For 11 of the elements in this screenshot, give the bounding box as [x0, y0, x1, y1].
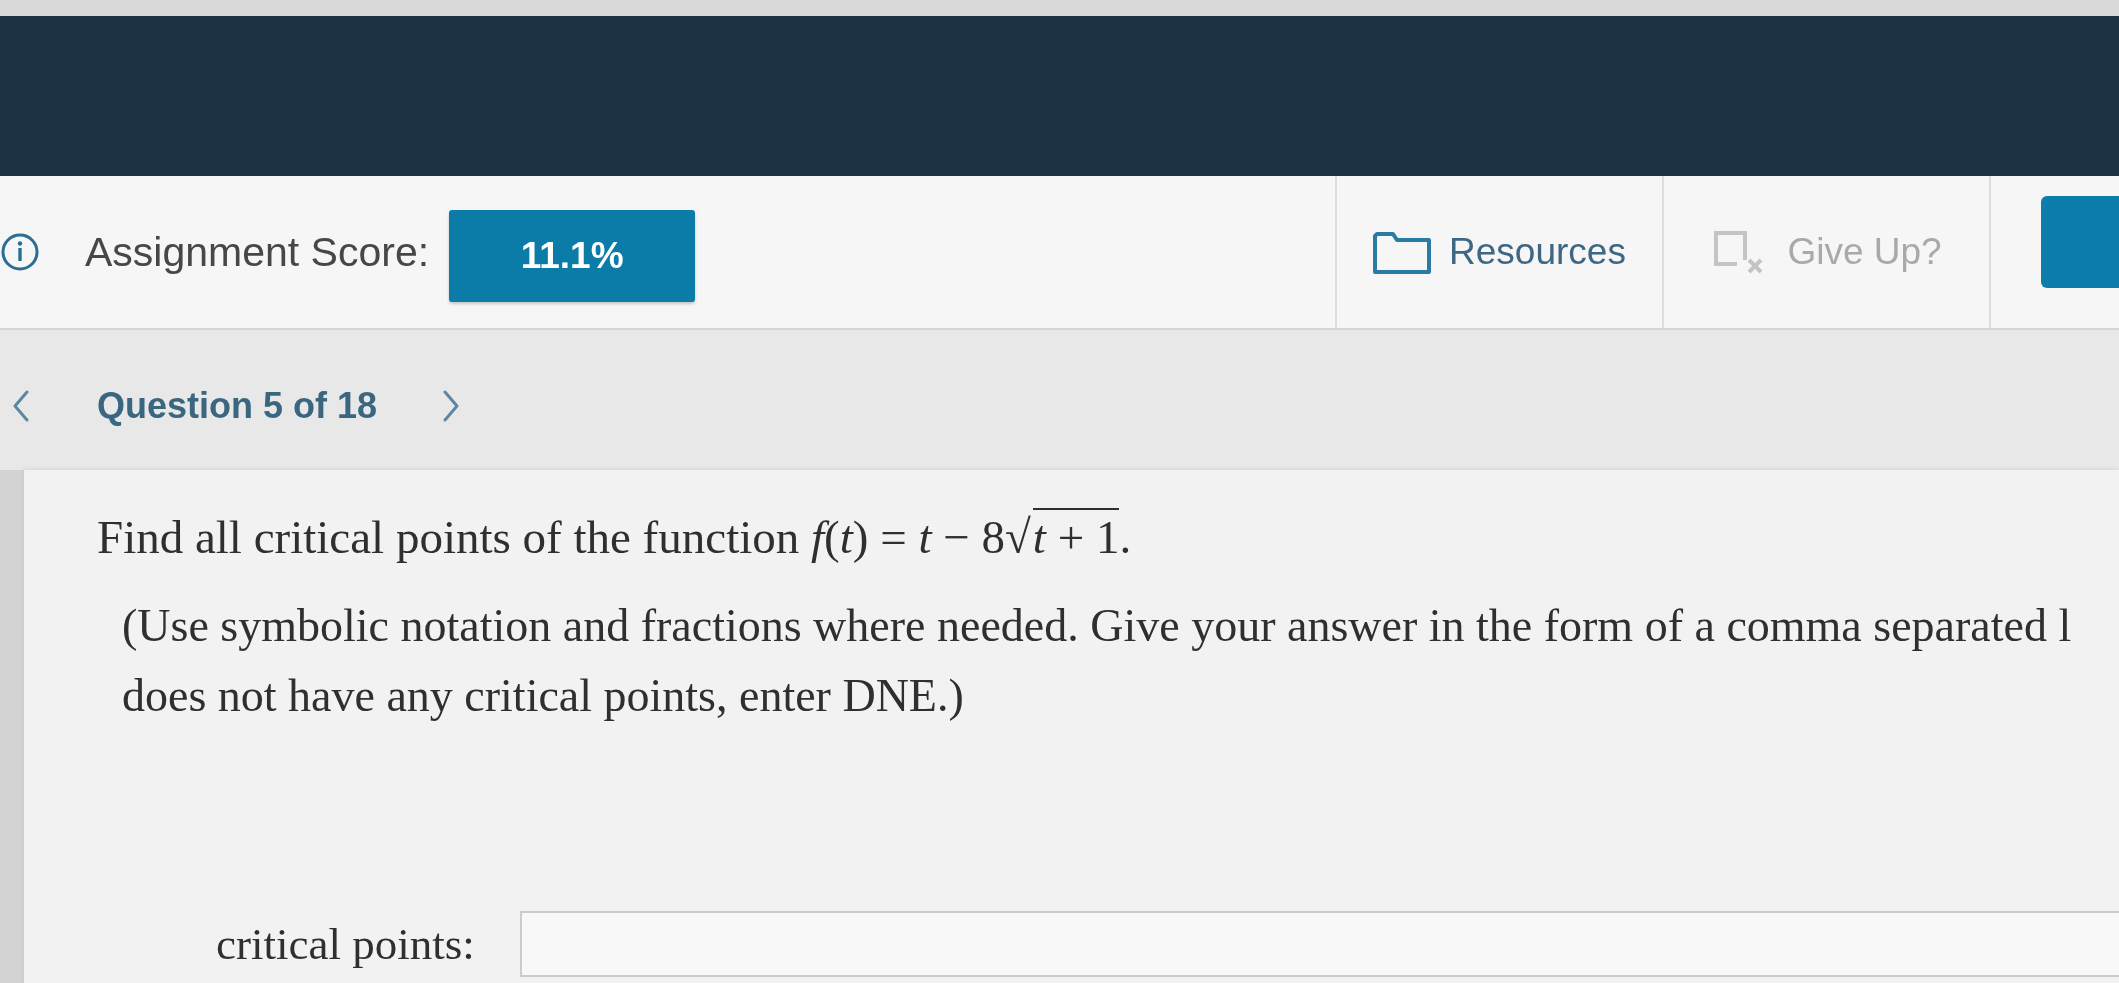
- answer-field[interactable]: [519, 911, 2119, 977]
- info-icon[interactable]: [0, 232, 40, 272]
- instructions-text: (Use symbolic notation and fractions where needed. Give your answer in the form of a comma separated l does not have any critical points, enter DNE.): [122, 599, 2072, 723]
- question-counter: Question 5 of 18: [97, 385, 378, 427]
- score-badge: 11.1%: [449, 210, 696, 302]
- question-text: Find all critical points of the function f(t) = t − 8√t + 1.: [97, 510, 1132, 565]
- answer-label: critical points:: [216, 918, 475, 970]
- folder-icon: [1373, 230, 1432, 274]
- resources-button[interactable]: Resources: [1335, 176, 1662, 328]
- score-label: Assignment Score:: [85, 228, 430, 276]
- chevron-left-icon: [11, 389, 31, 423]
